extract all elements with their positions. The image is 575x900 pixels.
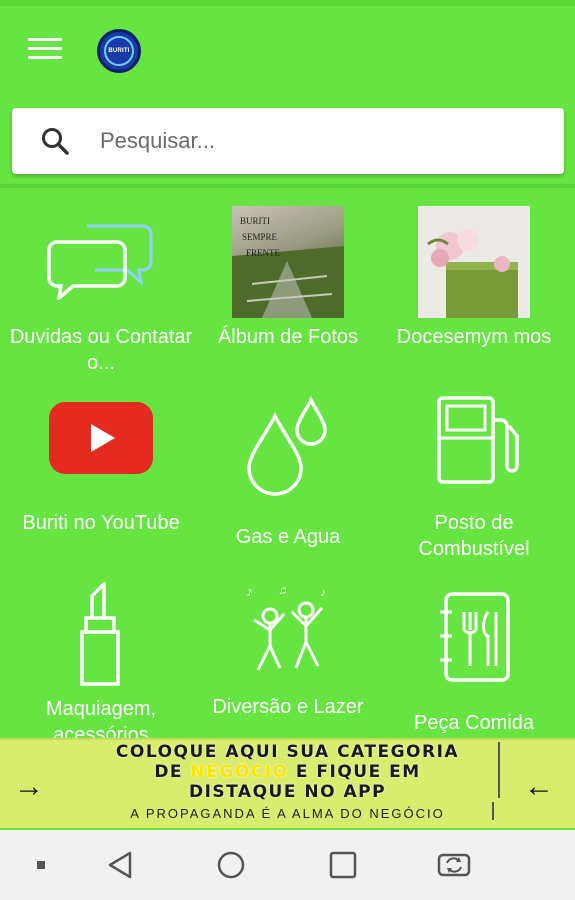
tile-youtube[interactable]: Buriti no YouTube: [6, 380, 196, 570]
category-grid: Duvidas ou Contatar o... BURITI SEMPRE F…: [0, 190, 575, 738]
tile-label: Álbum de Fotos: [217, 326, 359, 348]
tile-peca-comida[interactable]: Peça Comida: [379, 570, 569, 738]
svg-text:♪: ♪: [246, 583, 253, 599]
menu-book-icon: [440, 592, 510, 682]
tile-label: Peça Comida: [413, 712, 535, 734]
tile-label: Buriti no YouTube: [22, 512, 180, 534]
promo-banner[interactable]: → COLOQUE AQUI SUA CATEGORIA DE NEGÓCIO …: [0, 738, 575, 828]
chat-bubbles-icon: [47, 224, 153, 300]
search-input[interactable]: [100, 128, 520, 154]
tile-label: Docesemym mos: [396, 326, 552, 348]
cake-thumbnail: [418, 206, 530, 318]
right-arrow-icon: →: [14, 770, 44, 803]
back-icon[interactable]: [106, 850, 136, 880]
fuel-pump-icon: [437, 396, 519, 484]
tile-gas-agua[interactable]: Gas e Agua: [193, 380, 383, 570]
banner-divider: [492, 802, 494, 820]
banner-slogan: A PROPAGANDA É A ALMA DO NEGÓCIO: [130, 806, 445, 821]
banner-line2: DE NEGÓCIO E FIQUE EM: [154, 762, 421, 782]
svg-text:SEMPRE: SEMPRE: [242, 232, 278, 242]
tile-label: Duvidas ou Contatar o...: [9, 326, 193, 374]
tile-album[interactable]: BURITI SEMPRE FRENTE Álbum de Fotos: [193, 190, 383, 380]
search-icon: [42, 128, 69, 155]
tile-diversao[interactable]: ♪ ♫ ♪ Diversão e Lazer: [193, 570, 383, 738]
tile-duvidas[interactable]: Duvidas ou Contatar o...: [6, 190, 196, 380]
banner-line3: DISTAQUE NO APP: [188, 782, 387, 802]
svg-text:BURITI: BURITI: [240, 216, 270, 226]
banner-highlight: NEGÓCIO: [190, 762, 289, 782]
tile-posto[interactable]: Posto de Combustível: [379, 380, 569, 570]
app-bar: BURITI: [0, 0, 575, 96]
divider: [0, 184, 575, 188]
photo-album-thumbnail: BURITI SEMPRE FRENTE: [232, 206, 344, 318]
lipstick-icon: [80, 582, 120, 686]
tile-maquiagem[interactable]: Maquiagem, acessórios: [6, 570, 196, 738]
square-dot-icon[interactable]: [34, 850, 48, 880]
tile-doces[interactable]: Docesemym mos: [379, 190, 569, 380]
logo-text: BURITI: [108, 48, 130, 54]
left-arrow-icon: ←: [524, 770, 554, 803]
banner-divider: [498, 742, 500, 798]
tile-label: Posto de Combustível: [418, 512, 530, 560]
rotate-icon[interactable]: [436, 850, 472, 880]
svg-text:♪: ♪: [320, 585, 326, 599]
home-icon[interactable]: [216, 850, 246, 880]
banner-line1: COLOQUE AQUI SUA CATEGORIA: [115, 742, 460, 762]
recents-icon[interactable]: [328, 850, 358, 880]
status-edge: [0, 0, 575, 6]
app-logo[interactable]: BURITI: [97, 29, 141, 73]
tile-label: Diversão e Lazer: [212, 696, 364, 718]
banner-headline: COLOQUE AQUI SUA CATEGORIA DE NEGÓCIO E …: [60, 742, 515, 802]
youtube-icon: [49, 402, 153, 474]
search-bar[interactable]: [12, 108, 564, 174]
svg-text:FRENTE: FRENTE: [246, 248, 281, 258]
dancing-people-icon: ♪ ♫ ♪: [246, 583, 326, 671]
tile-label: Gas e Agua: [235, 526, 341, 548]
svg-text:♫: ♫: [278, 583, 287, 597]
water-drops-icon: [247, 396, 327, 496]
tile-label: Maquiagem, acessórios: [45, 698, 157, 738]
hamburger-menu-icon[interactable]: [28, 38, 62, 64]
system-nav-bar: [0, 830, 575, 900]
